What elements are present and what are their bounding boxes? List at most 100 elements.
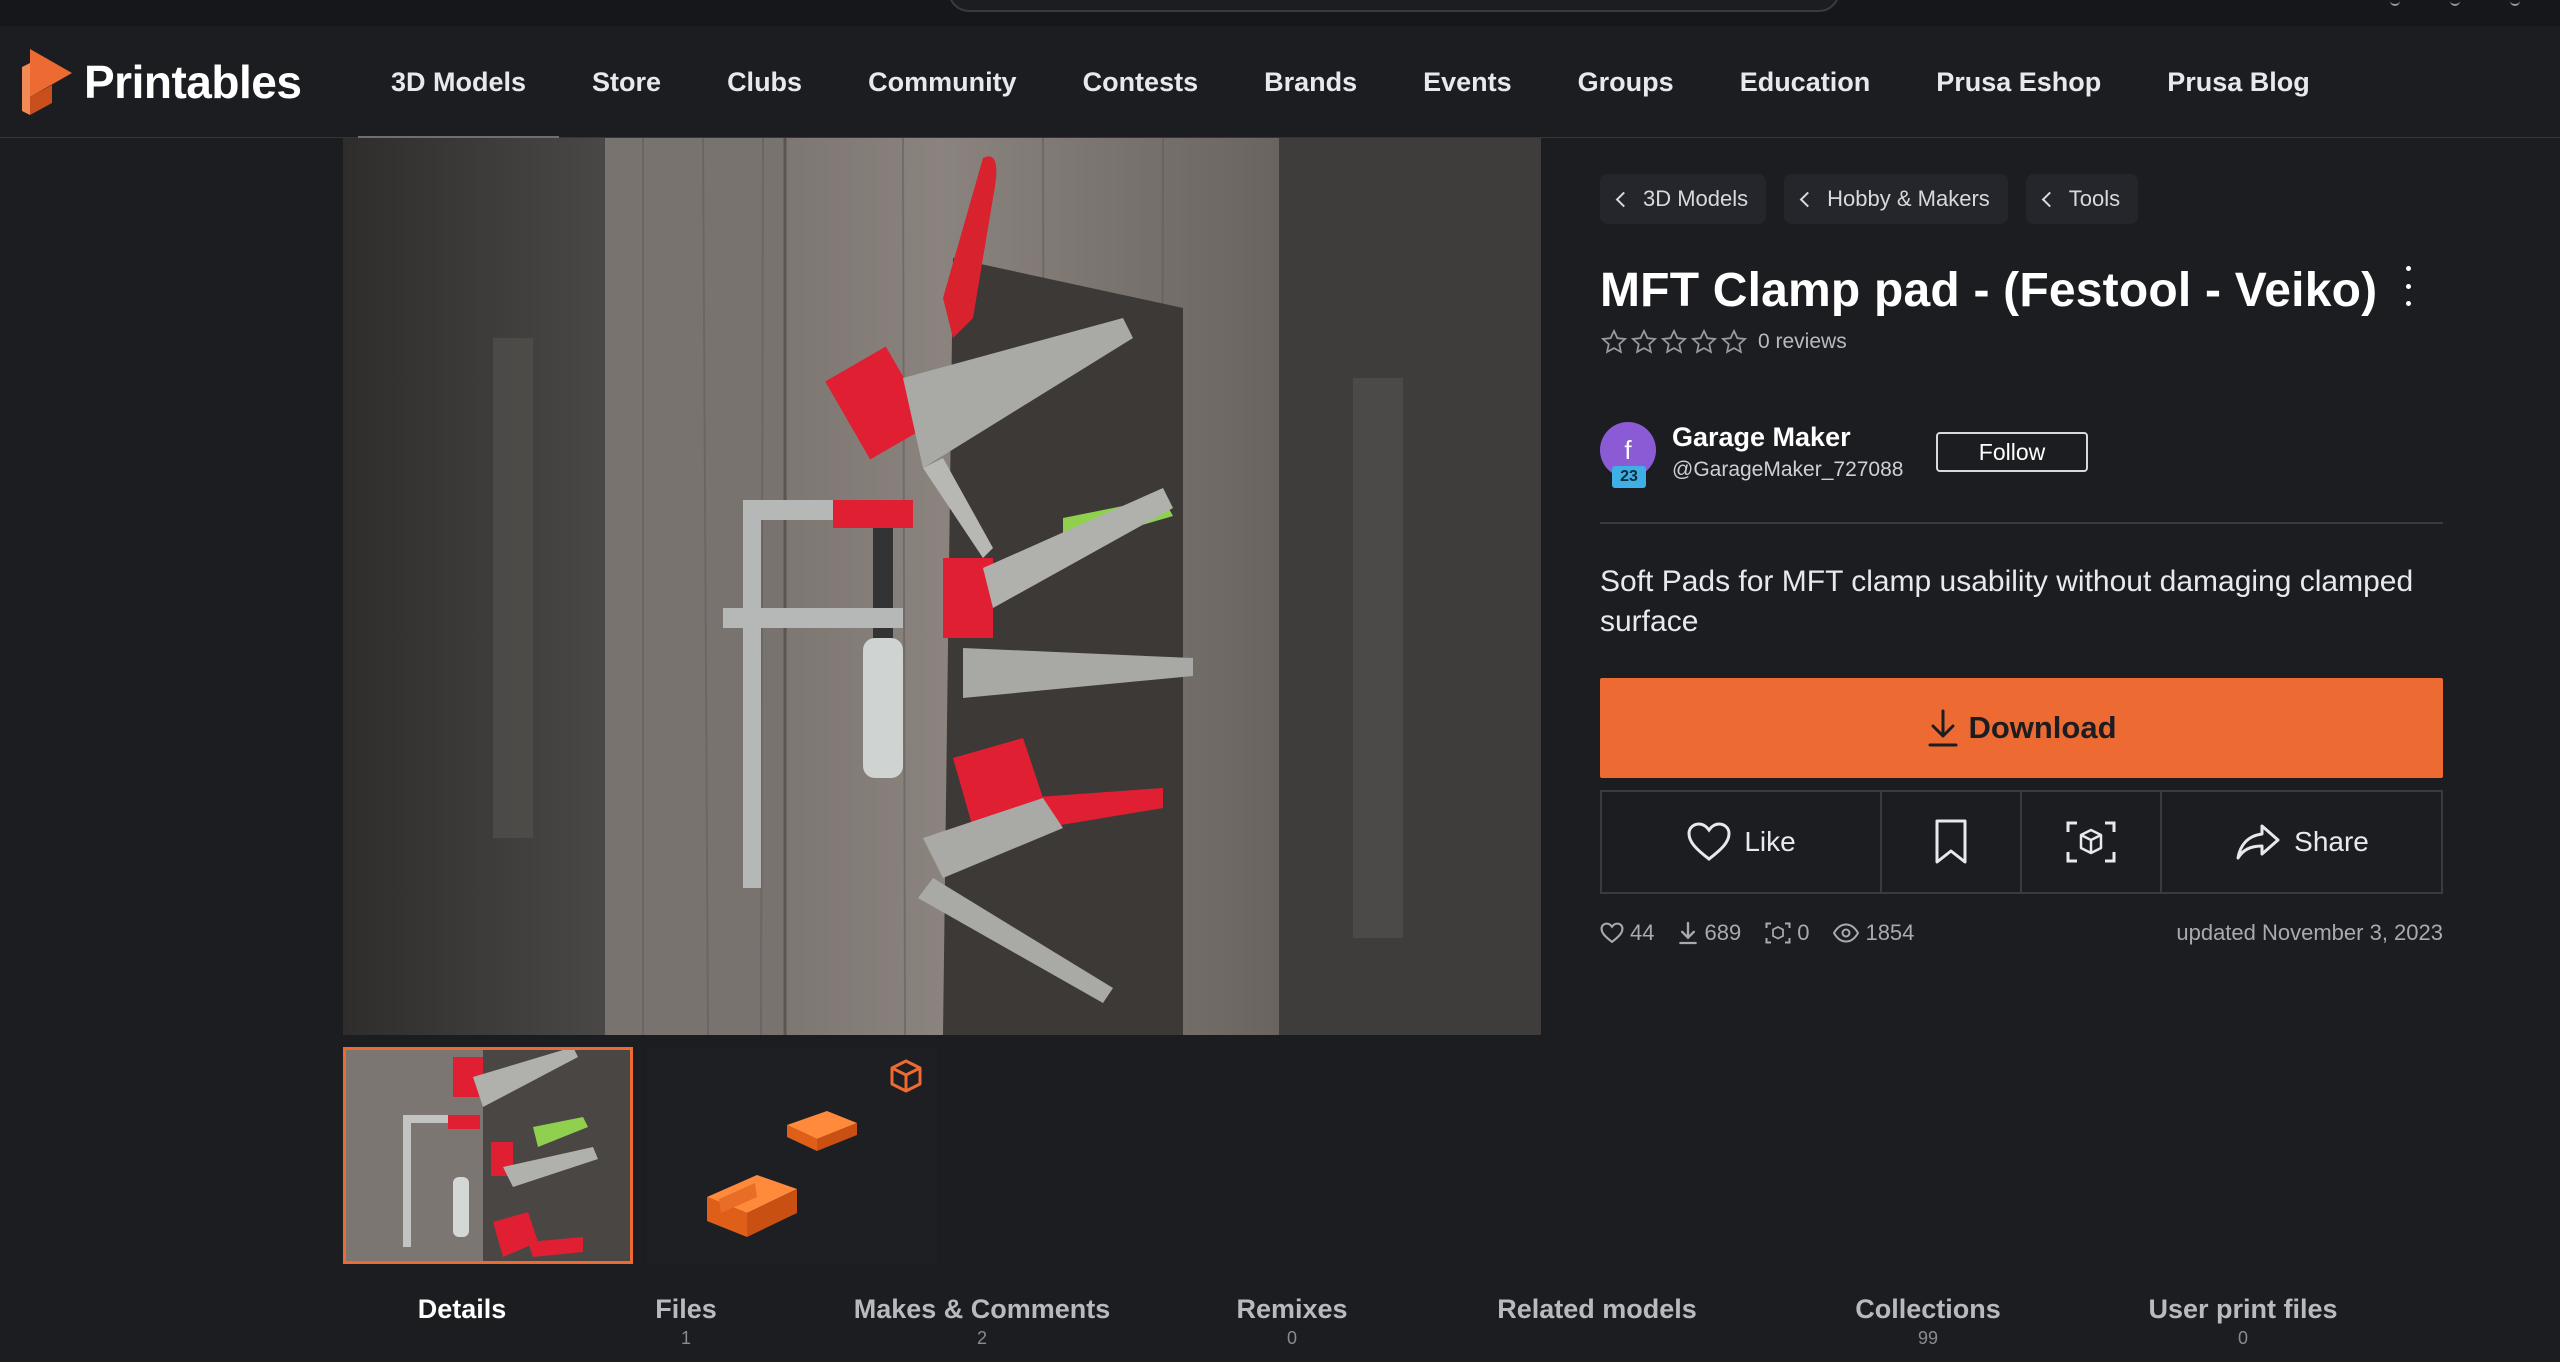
thumbnail-photo[interactable] <box>343 1047 633 1264</box>
bell-icon[interactable] <box>2510 0 2520 6</box>
downloads-stat: 689 <box>1678 920 1741 946</box>
nav-item-brands[interactable]: Brands <box>1231 26 1390 138</box>
tab-label: User print files <box>2148 1294 2338 1324</box>
share-button[interactable]: Share <box>2162 792 2441 892</box>
tab-label: Remixes <box>1236 1294 1348 1324</box>
brand-name: Printables <box>84 56 302 108</box>
author-card: f 23 Garage Maker @GarageMaker_727088 Fo… <box>1600 422 2443 522</box>
main-navbar: Printables 3D Models Store Clubs Communi… <box>0 26 2560 139</box>
tab-count: 99 <box>1917 1328 1939 1348</box>
star-rating <box>1600 328 1748 356</box>
download-icon <box>1928 709 1958 747</box>
tab-label: Collections <box>1855 1294 2001 1324</box>
tab-count: 0 <box>2237 1328 2248 1348</box>
tab-count: 1 <box>680 1328 691 1348</box>
like-button[interactable]: Like <box>1602 792 1882 892</box>
star-icon <box>1600 328 1628 354</box>
cube-icon <box>890 1059 922 1093</box>
likes-stat: 44 <box>1600 920 1654 946</box>
main-model-photo[interactable] <box>343 138 1541 1035</box>
eye-icon <box>1833 923 1860 943</box>
tab-label: Related models <box>1497 1294 1697 1324</box>
model-stats: 44 689 0 1854 updated November 3, 2023 <box>1600 918 2443 948</box>
cart-icon[interactable] <box>2450 0 2460 6</box>
breadcrumb-hobby-makers[interactable]: Hobby & Makers <box>1784 174 2008 224</box>
rating[interactable]: 0 reviews <box>1600 328 1847 356</box>
chevron-left-icon <box>1615 191 1632 207</box>
star-icon <box>1660 328 1688 354</box>
nav-item-clubs[interactable]: Clubs <box>694 26 835 138</box>
heart-icon <box>1687 822 1731 861</box>
makes-stat: 0 <box>1765 920 1809 946</box>
nav-item-store[interactable]: Store <box>559 26 694 138</box>
author-name[interactable]: Garage Maker <box>1672 422 1851 453</box>
nav-item-events[interactable]: Events <box>1390 26 1545 138</box>
author-level-badge: 23 <box>1612 466 1646 488</box>
tab-count: 0 <box>1286 1328 1297 1348</box>
nav-item-prusa-eshop[interactable]: Prusa Eshop <box>1903 26 2134 138</box>
nav-item-contests[interactable]: Contests <box>1050 26 1232 138</box>
model-summary: Soft Pads for MFT clamp usability withou… <box>1600 565 2414 638</box>
tab-count: 2 <box>976 1328 987 1348</box>
updated-date: updated November 3, 2023 <box>2176 920 2443 945</box>
breadcrumb-label: Tools <box>2068 186 2121 211</box>
printables-logo-icon <box>22 49 72 115</box>
heart-icon <box>1600 922 1624 944</box>
breadcrumb-tools[interactable]: Tools <box>2025 174 2139 224</box>
tab-remixes[interactable]: Remixes 0 <box>1173 1290 1411 1362</box>
nav-item-community[interactable]: Community <box>835 26 1050 138</box>
tab-related-models[interactable]: Related models <box>1411 1290 1783 1362</box>
tab-files[interactable]: Files 1 <box>581 1290 791 1362</box>
views-stat: 1854 <box>1833 920 1914 946</box>
page-title: MFT Clamp pad - (Festool - Veiko) <box>1600 264 2378 317</box>
thumbnail-3d-model[interactable] <box>647 1047 937 1264</box>
breadcrumb-label: 3D Models <box>1643 186 1749 211</box>
download-button[interactable]: Download <box>1600 678 2443 778</box>
tab-label: Files <box>655 1294 717 1324</box>
tab-details[interactable]: Details <box>343 1290 581 1362</box>
downloads-count: 689 <box>1704 920 1742 945</box>
action-bar: Like Share <box>1600 790 2443 894</box>
nav-item-education[interactable]: Education <box>1707 26 1904 138</box>
nav-item-3d-models[interactable]: 3D Models <box>358 26 560 139</box>
chevron-left-icon <box>2041 191 2058 207</box>
share-label: Share <box>2294 826 2369 857</box>
printables-logo[interactable]: Printables <box>22 46 302 118</box>
clamps-photo-image <box>343 138 1541 1035</box>
3d-view-icon <box>1765 922 1791 944</box>
thumbnail-photo-image <box>343 1047 633 1264</box>
nav-item-groups[interactable]: Groups <box>1545 26 1707 138</box>
views-count: 1854 <box>1865 920 1915 945</box>
author-handle: @GarageMaker_727088 <box>1672 458 1904 481</box>
tab-user-print-files[interactable]: User print files 0 <box>2073 1290 2413 1362</box>
tab-collections[interactable]: Collections 99 <box>1783 1290 2073 1362</box>
breadcrumb: 3D Models Hobby & Makers Tools <box>1600 174 2139 224</box>
3d-view-icon <box>2066 821 2116 863</box>
top-icons <box>2390 0 2520 8</box>
bookmark-button[interactable] <box>1882 792 2022 892</box>
tab-label: Details <box>417 1294 507 1324</box>
star-icon <box>1720 328 1748 354</box>
divider <box>1600 522 2443 524</box>
user-icon[interactable] <box>2390 0 2400 6</box>
makes-count: 0 <box>1797 920 1810 945</box>
tab-label: Makes & Comments <box>853 1294 1111 1324</box>
like-label: Like <box>1744 826 1796 857</box>
reviews-count: 0 reviews <box>1758 330 1847 353</box>
view-3d-button[interactable] <box>2022 792 2162 892</box>
avatar-letter: f <box>1624 434 1632 465</box>
nav-item-prusa-blog[interactable]: Prusa Blog <box>2134 26 2343 138</box>
star-icon <box>1630 328 1658 354</box>
more-options-icon[interactable] <box>2403 266 2413 306</box>
download-icon <box>1679 921 1698 945</box>
gallery-thumbnails <box>343 1047 937 1264</box>
follow-button[interactable]: Follow <box>1936 432 2088 472</box>
breadcrumb-3d-models[interactable]: 3D Models <box>1600 174 1767 224</box>
search-input[interactable] <box>948 0 1840 12</box>
nav-menu: 3D Models Store Clubs Community Contests… <box>358 26 2343 139</box>
breadcrumb-label: Hobby & Makers <box>1827 186 1990 211</box>
tab-makes-comments[interactable]: Makes & Comments 2 <box>791 1290 1173 1362</box>
bookmark-icon <box>1935 819 1967 864</box>
share-icon <box>2236 824 2280 860</box>
model-tabs: Details Files 1 Makes & Comments 2 Remix… <box>343 1290 2443 1362</box>
